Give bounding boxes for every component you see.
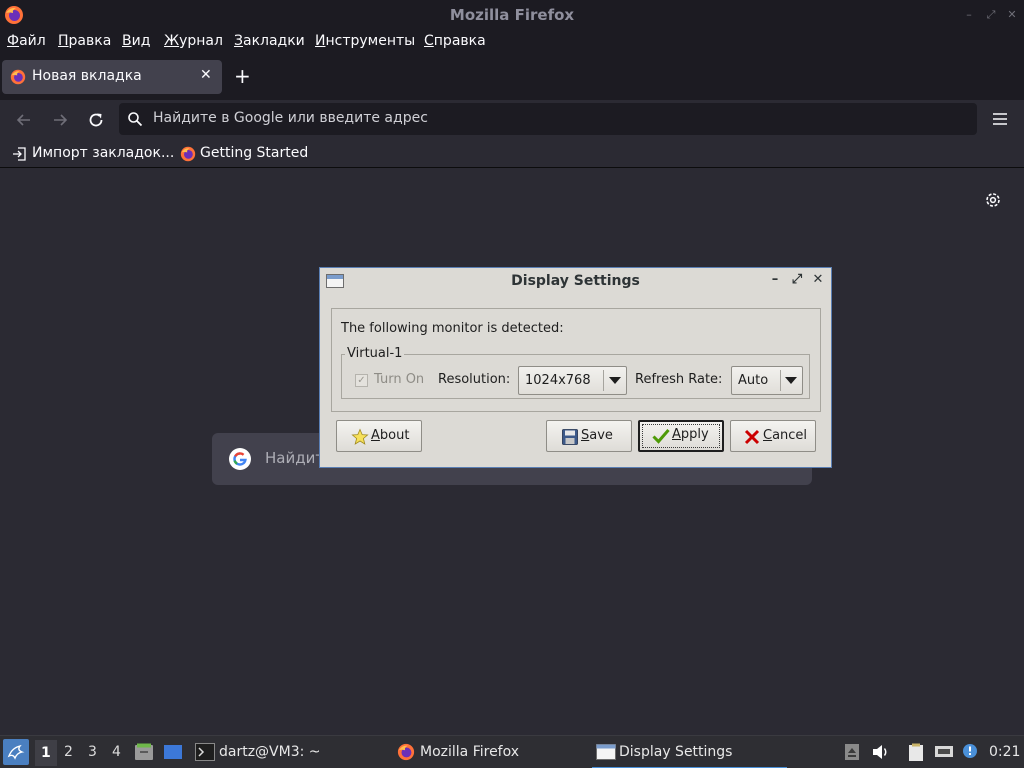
- back-arrow-icon[interactable]: [13, 109, 35, 131]
- bird-logo-icon: [7, 744, 25, 760]
- floppy-disk-icon: [562, 429, 578, 445]
- monitor-group: Virtual-1 ✓ Turn On Resolution: 1024x768…: [341, 346, 810, 399]
- menu-file[interactable]: Файл: [7, 33, 46, 49]
- navigation-toolbar: Найдите в Google или введите адрес: [0, 100, 1024, 140]
- new-tab-button[interactable]: +: [234, 65, 251, 87]
- turn-on-label: Turn On: [374, 372, 425, 387]
- tab-new-tab[interactable]: Новая вкладка ✕: [2, 60, 222, 94]
- workspace-3[interactable]: 3: [88, 744, 97, 760]
- taskbar: 1 2 3 4 dartz@VM3: ~ Mozilla Firefox Dis…: [0, 735, 1024, 768]
- bookmark-import[interactable]: Импорт закладок...: [12, 145, 174, 161]
- resolution-combo[interactable]: 1024x768: [518, 366, 627, 395]
- close-tab-icon[interactable]: ✕: [200, 67, 212, 83]
- checkmark-icon: [652, 429, 670, 444]
- save-button[interactable]: Save: [546, 420, 632, 452]
- window-title: Mozilla Firefox: [449, 6, 575, 24]
- workspace-2[interactable]: 2: [64, 744, 73, 760]
- search-icon: [128, 112, 143, 127]
- chevron-down-icon: [609, 377, 621, 384]
- start-menu-button[interactable]: [3, 739, 29, 765]
- refresh-rate-combo[interactable]: Auto: [731, 366, 803, 395]
- apply-button-label: Apply: [672, 427, 709, 442]
- bookmark-getting-started[interactable]: Getting Started: [180, 145, 309, 162]
- chevron-down-icon: [785, 377, 797, 384]
- tab-strip: Новая вкладка ✕ +: [0, 54, 1024, 100]
- menu-bookmarks[interactable]: Закладки: [234, 33, 305, 49]
- dialog-titlebar[interactable]: Display Settings – ⤢ ✕: [320, 268, 831, 294]
- combo-separator: [780, 370, 781, 391]
- menu-edit[interactable]: Правка: [58, 33, 111, 49]
- bookmark-import-label: Импорт закладок...: [32, 145, 175, 161]
- workspace-1[interactable]: 1: [35, 740, 57, 766]
- bookmark-getting-started-label: Getting Started: [200, 145, 309, 161]
- volume-icon[interactable]: [871, 743, 891, 761]
- turn-on-checkbox[interactable]: ✓: [355, 374, 368, 387]
- window-titlebar: Mozilla Firefox – ⤢ ✕: [0, 0, 1024, 30]
- firefox-favicon-icon: [10, 69, 26, 85]
- google-logo-icon: [229, 448, 251, 470]
- eject-icon[interactable]: [842, 743, 862, 761]
- workspace-4[interactable]: 4: [112, 744, 121, 760]
- menu-view[interactable]: Вид: [122, 33, 150, 49]
- dialog-close-button[interactable]: ✕: [810, 272, 826, 288]
- task-display-settings-label: Display Settings: [619, 744, 733, 760]
- task-display-settings[interactable]: Display Settings: [592, 736, 787, 768]
- task-terminal[interactable]: dartz@VM3: ~: [195, 736, 385, 768]
- menu-tools[interactable]: Инструменты: [315, 33, 415, 49]
- gear-icon[interactable]: [984, 191, 1002, 209]
- menu-history[interactable]: Журнал: [164, 33, 223, 49]
- menu-help[interactable]: Справка: [424, 33, 486, 49]
- desktop-icon[interactable]: [163, 743, 183, 761]
- firefox-logo-icon: [397, 743, 415, 761]
- dialog-title: Display Settings: [511, 273, 640, 289]
- resolution-value: 1024x768: [525, 373, 591, 388]
- red-x-icon: [744, 429, 760, 445]
- apply-button[interactable]: Apply: [638, 420, 724, 452]
- refresh-rate-label: Refresh Rate:: [635, 372, 723, 387]
- network-icon[interactable]: [934, 743, 954, 761]
- detected-text: The following monitor is detected:: [341, 321, 564, 336]
- tab-label: Новая вкладка: [32, 68, 142, 84]
- about-button[interactable]: About: [336, 420, 422, 452]
- url-bar[interactable]: Найдите в Google или введите адрес: [119, 103, 977, 135]
- task-terminal-label: dartz@VM3: ~: [219, 744, 321, 760]
- about-button-label: About: [371, 428, 410, 443]
- refresh-rate-value: Auto: [738, 373, 769, 388]
- url-placeholder: Найдите в Google или введите адрес: [153, 110, 428, 126]
- maximize-window-button[interactable]: ⤢: [984, 8, 998, 22]
- dialog-maximize-button[interactable]: ⤢: [789, 272, 805, 288]
- hamburger-menu-icon[interactable]: [992, 112, 1008, 126]
- resolution-label: Resolution:: [438, 372, 511, 387]
- notification-icon[interactable]: [962, 743, 982, 761]
- window-icon: [596, 744, 616, 760]
- file-manager-icon[interactable]: [134, 743, 154, 761]
- dialog-minimize-button[interactable]: –: [767, 272, 783, 288]
- task-firefox-label: Mozilla Firefox: [420, 744, 520, 760]
- cancel-button[interactable]: Cancel: [730, 420, 816, 452]
- monitor-frame: The following monitor is detected: Virtu…: [331, 308, 821, 412]
- save-button-label: Save: [581, 428, 613, 443]
- bookmarks-toolbar: Импорт закладок... Getting Started: [0, 140, 1024, 168]
- close-window-button[interactable]: ✕: [1005, 8, 1019, 22]
- reload-icon[interactable]: [85, 109, 107, 131]
- combo-separator: [603, 370, 604, 391]
- clock: 0:21: [989, 744, 1021, 760]
- minimize-window-button[interactable]: –: [962, 8, 976, 22]
- star-icon: [351, 428, 369, 445]
- menu-bar: Файл Правка Вид Журнал Закладки Инструме…: [0, 30, 1024, 54]
- clipboard-icon[interactable]: [906, 743, 926, 761]
- monitor-name: Virtual-1: [345, 346, 405, 361]
- task-firefox[interactable]: Mozilla Firefox: [396, 736, 586, 768]
- firefox-favicon-icon: [180, 146, 196, 162]
- terminal-icon: [195, 743, 215, 761]
- cancel-button-label: Cancel: [763, 428, 808, 443]
- forward-arrow-icon[interactable]: [49, 109, 71, 131]
- import-icon: [13, 147, 26, 161]
- display-settings-dialog: Display Settings – ⤢ ✕ The following mon…: [319, 267, 832, 468]
